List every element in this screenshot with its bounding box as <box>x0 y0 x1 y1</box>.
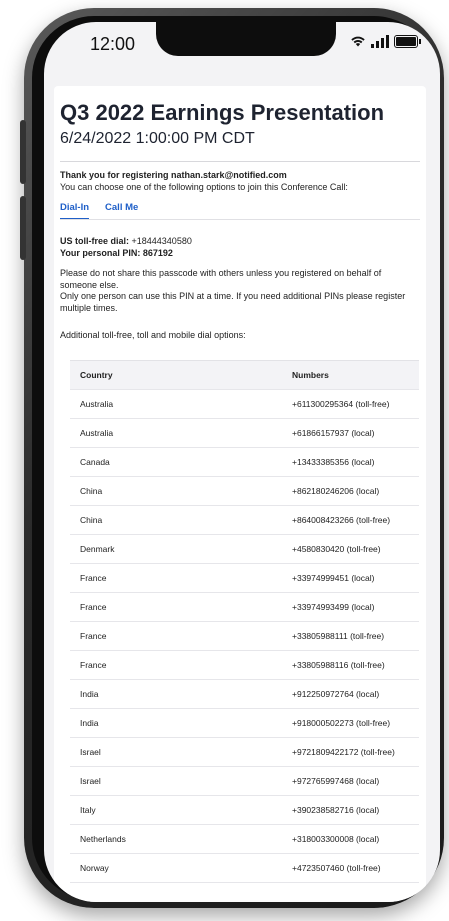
volume-down-button <box>20 196 26 260</box>
number-cell: +33974993499 (local) <box>292 602 375 612</box>
table-row: Canada +13433385356 (local) <box>70 448 419 477</box>
number-cell: +918000502273 (toll-free) <box>292 718 391 728</box>
number-cell: +318003300008 (local) <box>292 834 380 844</box>
table-row: China +862180246206 (local) <box>70 477 419 506</box>
header-country: Country <box>80 370 113 380</box>
country-cell: China <box>80 486 103 496</box>
country-cell: Denmark <box>80 544 115 554</box>
table-row: France +33974999451 (local) <box>70 564 419 593</box>
registered-email: nathan.stark@notified.com <box>171 170 287 180</box>
tollfree-number: +18444340580 <box>131 236 192 246</box>
number-cell: +33805988111 (toll-free) <box>292 631 385 641</box>
country-cell: France <box>80 602 107 612</box>
country-cell: Australia <box>80 399 114 409</box>
table-row: France +33974993499 (local) <box>70 593 419 622</box>
number-cell: +33805988116 (toll-free) <box>292 660 385 670</box>
table-row: Israel +972765997468 (local) <box>70 767 419 796</box>
table-row: Netherlands +318003300008 (local) <box>70 825 419 854</box>
pin-value: 867192 <box>142 248 173 258</box>
table-row: Australia +61866157937 (local) <box>70 419 419 448</box>
tabs-divider <box>60 219 420 220</box>
country-cell: Norway <box>80 863 109 873</box>
table-row: Italy +390238582716 (local) <box>70 796 419 825</box>
country-cell: Israel <box>80 747 101 757</box>
tab-dial-in[interactable]: Dial-In <box>60 202 90 220</box>
additional-options-text: Additional toll-free, toll and mobile di… <box>60 330 246 340</box>
table-row: France +33805988116 (toll-free) <box>70 651 419 680</box>
number-cell: +390238582716 (local) <box>292 805 380 815</box>
country-cell: Italy <box>80 805 96 815</box>
page-title: Q3 2022 Earnings Presentation <box>60 100 385 125</box>
registration-card: Q3 2022 Earnings Presentation 6/24/2022 … <box>54 86 426 902</box>
notch <box>156 22 336 56</box>
tab-call-me[interactable]: Call Me <box>105 202 138 220</box>
pin-note-line2: Only one person can use this PIN at a ti… <box>60 291 406 313</box>
country-cell: France <box>80 573 107 583</box>
battery-icon <box>394 34 421 48</box>
country-cell: Australia <box>80 428 114 438</box>
number-cell: +972765997468 (local) <box>292 776 380 786</box>
number-cell: +61866157937 (local) <box>292 428 375 438</box>
status-icons <box>350 34 421 48</box>
table-row: China +864008423266 (toll-free) <box>70 506 419 535</box>
table-row: Israel +9721809422172 (toll-free) <box>70 738 419 767</box>
number-cell: +864008423266 (toll-free) <box>292 515 391 525</box>
dial-numbers-table: Country Numbers Australia +611300295364 (… <box>70 360 419 883</box>
thanks-prefix: Thank you for registering <box>60 170 172 180</box>
country-cell: India <box>80 689 99 699</box>
volume-up-button <box>20 120 26 184</box>
pin-note-line1: Please do not share this passcode with o… <box>60 268 382 290</box>
country-cell: France <box>80 660 107 670</box>
divider <box>60 161 420 162</box>
country-cell: Netherlands <box>80 834 126 844</box>
number-cell: +13433385356 (local) <box>292 457 375 467</box>
country-cell: India <box>80 718 99 728</box>
event-datetime: 6/24/2022 1:00:00 PM CDT <box>60 130 255 147</box>
table-header: Country Numbers <box>70 361 419 390</box>
number-cell: +4723507460 (toll-free) <box>292 863 381 873</box>
pin-label: Your personal PIN: <box>60 248 143 258</box>
country-cell: China <box>80 515 103 525</box>
number-cell: +611300295364 (toll-free) <box>292 399 390 409</box>
table-row: Australia +611300295364 (toll-free) <box>70 390 419 419</box>
number-cell: +4580830420 (toll-free) <box>292 544 381 554</box>
table-row: India +912250972764 (local) <box>70 680 419 709</box>
country-cell: France <box>80 631 107 641</box>
wifi-icon <box>351 36 365 47</box>
header-numbers: Numbers <box>292 370 329 380</box>
table-row: India +918000502273 (toll-free) <box>70 709 419 738</box>
table-row: Denmark +4580830420 (toll-free) <box>70 535 419 564</box>
pin-note: Please do not share this passcode with o… <box>60 268 420 314</box>
thanks-text: Thank you for registering nathan.stark@n… <box>60 170 287 180</box>
choose-text: You can choose one of the following opti… <box>60 182 348 192</box>
personal-pin: Your personal PIN: 867192 <box>60 248 173 258</box>
number-cell: +9721809422172 (toll-free) <box>292 747 395 757</box>
country-cell: Canada <box>80 457 110 467</box>
table-row: Norway +4723507460 (toll-free) <box>70 854 419 883</box>
table-row: France +33805988111 (toll-free) <box>70 622 419 651</box>
tollfree-label: US toll-free dial: <box>60 236 132 246</box>
number-cell: +912250972764 (local) <box>292 689 380 699</box>
signal-icon <box>371 34 389 48</box>
join-tabs: Dial-In Call Me <box>60 202 138 220</box>
status-time: 12:00 <box>90 34 136 54</box>
number-cell: +33974999451 (local) <box>292 573 375 583</box>
number-cell: +862180246206 (local) <box>292 486 380 496</box>
phone-screen: 12:00 Q3 2022 Earnings Presentation 6/24… <box>44 22 440 902</box>
country-cell: Israel <box>80 776 101 786</box>
tollfree-dial: US toll-free dial: +18444340580 <box>60 236 192 246</box>
